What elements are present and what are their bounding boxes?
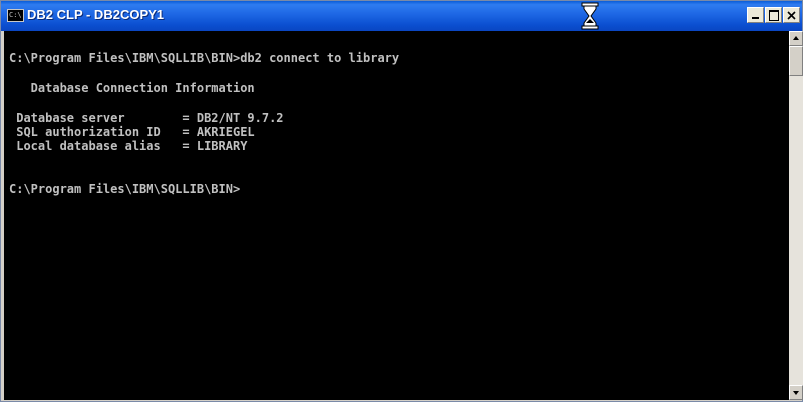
- scroll-down-button[interactable]: [789, 385, 803, 400]
- console-line-heading: Database Connection Information: [9, 81, 255, 95]
- console-window-icon[interactable]: C:\: [7, 9, 24, 22]
- triangle-up-icon: [793, 36, 799, 40]
- console-line-database-server: Database server = DB2/NT 9.7.2: [9, 111, 284, 125]
- close-button[interactable]: [783, 7, 800, 23]
- console-line-prompt: C:\Program Files\IBM\SQLLIB\BIN>: [9, 182, 241, 196]
- console-line-database-alias: Local database alias = LIBRARY: [9, 139, 248, 153]
- vertical-scrollbar[interactable]: [789, 31, 803, 400]
- hourglass-icon: [581, 2, 599, 30]
- minimize-button[interactable]: [747, 7, 764, 23]
- console-line-authorization-id: SQL authorization ID = AKRIEGEL: [9, 125, 255, 139]
- scroll-up-button[interactable]: [789, 31, 803, 46]
- db2-clp-window: C:\ DB2 CLP - DB2COPY1 C:\Program Files\…: [0, 0, 803, 402]
- console-line-command: C:\Program Files\IBM\SQLLIB\BIN>db2 conn…: [9, 51, 400, 65]
- scroll-thumb[interactable]: [789, 46, 803, 76]
- triangle-down-icon: [793, 391, 799, 395]
- maximize-button[interactable]: [765, 7, 782, 23]
- window-title: DB2 CLP - DB2COPY1: [27, 7, 165, 22]
- close-icon: [787, 11, 796, 20]
- console-output-area[interactable]: C:\Program Files\IBM\SQLLIB\BIN>db2 conn…: [4, 31, 789, 400]
- title-bar[interactable]: C:\ DB2 CLP - DB2COPY1: [1, 1, 802, 31]
